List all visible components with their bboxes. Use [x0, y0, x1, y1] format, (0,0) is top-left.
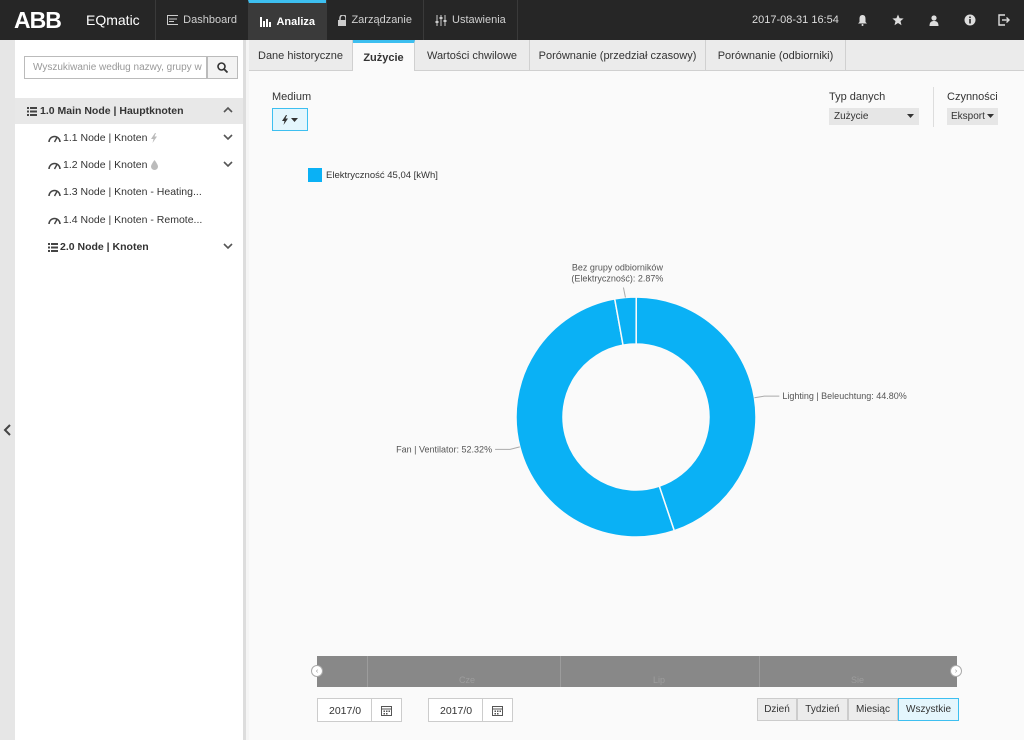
range-day-button[interactable]: Dzień	[757, 698, 797, 721]
sidebar: Wyszukiwanie według nazwy, grupy w 1.0 M…	[15, 40, 246, 740]
tree-item-node-1-1[interactable]: 1.1 Node | Knoten	[15, 126, 243, 150]
lock-icon	[338, 14, 347, 26]
main-content: Medium Typ danych Zużycie Czynności Eksp…	[249, 71, 1024, 740]
slice-label: Bez grupy odbiorników	[572, 262, 664, 272]
gauge-icon	[48, 135, 61, 142]
nav-dashboard-label: Dashboard	[183, 14, 237, 26]
tab-label: Porównanie (odbiorniki)	[717, 49, 834, 62]
star-icon[interactable]	[890, 12, 906, 28]
range-label: Tydzień	[805, 704, 840, 715]
tab-dane-historyczne[interactable]: Dane historyczne	[249, 40, 353, 71]
current-datetime: 2017-08-31 16:54	[752, 14, 839, 26]
range-label: Wszystkie	[906, 704, 951, 715]
gauge-icon	[48, 162, 61, 169]
tree-item-label: 1.0 Main Node | Hauptknoten	[40, 105, 184, 117]
chevron-left-icon[interactable]	[3, 423, 13, 437]
nav-zarzadzanie-label: Zarządzanie	[351, 14, 412, 26]
timeline-handle-left[interactable]: ‹	[311, 665, 323, 677]
tree-item-node-2-0[interactable]: 2.0 Node | Knoten	[15, 235, 243, 259]
tree-item-node-1-3[interactable]: 1.3 Node | Knoten - Heating...	[15, 180, 243, 204]
tab-wartosci-chwilowe[interactable]: Wartości chwilowe	[415, 40, 530, 71]
slice-leader-line	[495, 446, 520, 450]
date-from-input[interactable]: 2017/0	[317, 698, 372, 722]
list-icon	[27, 106, 37, 116]
bell-icon[interactable]	[854, 12, 870, 28]
tree-item-label: 1.3 Node | Knoten - Heating...	[63, 186, 202, 198]
range-month-button[interactable]: Miesiąc	[848, 698, 898, 721]
tab-label: Wartości chwilowe	[426, 49, 518, 62]
nav-ustawienia[interactable]: Ustawienia	[423, 0, 518, 40]
tab-label: Dane historyczne	[258, 49, 343, 62]
range-label: Dzień	[764, 704, 790, 715]
bar-chart-icon	[260, 16, 271, 27]
range-label: Miesiąc	[856, 704, 890, 715]
calendar-icon	[492, 705, 503, 716]
tree-item-label: 2.0 Node | Knoten	[60, 241, 149, 253]
slice-label: Fan | Ventilator: 52.32%	[396, 444, 492, 454]
date-to-calendar-button[interactable]	[482, 698, 513, 722]
search-icon	[217, 62, 228, 73]
gauge-icon	[48, 189, 61, 196]
tab-label: Porównanie (przedział czasowy)	[538, 49, 697, 62]
chevron-down-icon[interactable]	[223, 134, 233, 141]
logout-icon[interactable]	[996, 12, 1012, 28]
tree-item-label: 1.1 Node | Knoten	[63, 132, 148, 144]
drop-icon	[151, 160, 159, 170]
sidebar-collapse-strip[interactable]	[0, 40, 15, 740]
range-all-button[interactable]: Wszystkie	[898, 698, 959, 721]
sliders-icon	[435, 14, 447, 26]
top-bar: ABB EQmatic Dashboard Analiza Zarządzani…	[0, 0, 1024, 40]
chevron-down-icon[interactable]	[223, 161, 233, 168]
timeline-label: Sie	[851, 675, 865, 685]
chevron-up-icon[interactable]	[223, 106, 233, 113]
nav-analiza[interactable]: Analiza	[248, 0, 326, 40]
timeline-label: Lip	[653, 675, 666, 685]
slice-leader-line	[754, 395, 780, 399]
date-to-input[interactable]: 2017/0	[428, 698, 483, 722]
timeline-handle-right[interactable]: ›	[950, 665, 962, 677]
nav-dashboard[interactable]: Dashboard	[155, 0, 248, 40]
abb-logo[interactable]: ABB	[14, 7, 68, 33]
tab-porownanie-przedzial[interactable]: Porównanie (przedział czasowy)	[530, 40, 706, 71]
tab-zuzycie[interactable]: Zużycie	[353, 40, 415, 72]
tab-porownanie-odbiorniki[interactable]: Porównanie (odbiorniki)	[706, 40, 846, 71]
tree-item-label: 1.2 Node | Knoten	[63, 159, 148, 171]
chevron-down-icon[interactable]	[223, 243, 233, 250]
calendar-icon	[381, 705, 392, 716]
info-icon[interactable]	[962, 12, 978, 28]
tree-item-node-1-4[interactable]: 1.4 Node | Knoten - Remote...	[15, 208, 243, 232]
lightning-icon	[151, 133, 158, 143]
nav-analiza-label: Analiza	[276, 15, 315, 28]
nav-ustawienia-label: Ustawienia	[452, 14, 506, 26]
slice-label: Lighting | Beleuchtung: 44.80%	[782, 391, 906, 401]
gauge-icon	[48, 217, 61, 224]
slice-label: (Elektryczność): 2.87%	[571, 273, 663, 283]
tab-bar: Dane historyczne Zużycie Wartości chwilo…	[249, 40, 1024, 72]
timeline-navigator[interactable]: Cze Lip Sie ‹ ›	[311, 656, 962, 687]
tree-item-node-1-2[interactable]: 1.2 Node | Knoten	[15, 153, 243, 177]
tree-item-main-node[interactable]: 1.0 Main Node | Hauptknoten	[15, 98, 243, 124]
slice-leader-line	[622, 287, 626, 298]
tab-label: Zużycie	[363, 51, 404, 64]
list-icon	[48, 242, 58, 252]
timeline-label: Cze	[459, 675, 476, 685]
search-button[interactable]	[207, 56, 238, 79]
date-from-calendar-button[interactable]	[371, 698, 402, 722]
tree-item-label: 1.4 Node | Knoten - Remote...	[63, 214, 203, 226]
user-icon[interactable]	[926, 12, 942, 28]
app-name: EQmatic	[86, 12, 140, 28]
search-input[interactable]: Wyszukiwanie według nazwy, grupy w	[24, 56, 207, 79]
nav-zarzadzanie[interactable]: Zarządzanie	[326, 0, 423, 40]
donut-chart: Lighting | Beleuchtung: 44.80% Fan | Vent…	[396, 262, 907, 538]
dashboard-icon	[167, 15, 179, 25]
range-week-button[interactable]: Tydzień	[797, 698, 848, 721]
